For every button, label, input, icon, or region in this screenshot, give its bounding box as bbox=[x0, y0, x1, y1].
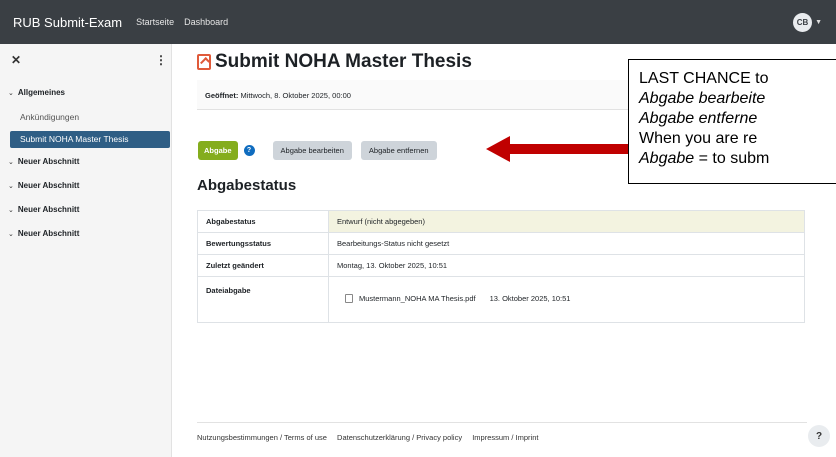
submission-status-heading: Abgabestatus bbox=[197, 177, 297, 194]
instruction-callout: LAST CHANCE to Abgabe bearbeite Abgabe e… bbox=[628, 59, 836, 184]
row-value: Bearbeitungs-Status nicht gesetzt bbox=[328, 232, 805, 255]
help-button[interactable]: ? bbox=[808, 425, 830, 447]
red-arrow-annotation bbox=[486, 136, 628, 162]
chevron-down-icon: ▼ bbox=[815, 19, 822, 26]
sidebar-section-label: Neuer Abschnitt bbox=[17, 229, 80, 238]
callout-line: LAST CHANCE to bbox=[639, 70, 769, 87]
callout-term: Abgabe bbox=[639, 150, 695, 167]
chevron-down-icon: ⌄ bbox=[8, 158, 14, 166]
row-value: Entwurf (nicht abgegeben) bbox=[328, 210, 805, 233]
table-row: Zuletzt geändert Montag, 13. Oktober 202… bbox=[197, 254, 805, 277]
row-label: Bewertungsstatus bbox=[197, 232, 329, 255]
opened-label: Geöffnet: bbox=[205, 91, 239, 100]
submitted-file: Mustermann_NOHA MA Thesis.pdf 13. Oktobe… bbox=[345, 294, 796, 303]
close-icon[interactable]: ✕ bbox=[11, 53, 21, 67]
callout-text: = to subm bbox=[694, 150, 770, 167]
sidebar-section-label: Allgemeines bbox=[17, 88, 66, 97]
page-header: Submit NOHA Master Thesis bbox=[197, 51, 472, 73]
sidebar-section-neuer-abschnitt[interactable]: ⌄ Neuer Abschnitt bbox=[8, 157, 79, 166]
submit-button[interactable]: Abgabe bbox=[198, 141, 238, 160]
nav-link-home[interactable]: Startseite bbox=[136, 17, 174, 27]
help-icon[interactable]: ? bbox=[243, 145, 255, 156]
site-brand[interactable]: RUB Submit-Exam bbox=[13, 15, 122, 30]
footer-link-privacy[interactable]: Datenschutzerklärung / Privacy policy bbox=[337, 433, 462, 442]
course-index-sidebar: ✕ ⋮ ⌄ Allgemeines Ankündigungen Submit N… bbox=[0, 44, 172, 457]
edit-submission-button[interactable]: Abgabe bearbeiten bbox=[272, 141, 352, 160]
row-label: Zuletzt geändert bbox=[197, 254, 329, 277]
sidebar-section-allgemeines[interactable]: ⌄ Allgemeines bbox=[8, 88, 65, 97]
nav-link-dashboard[interactable]: Dashboard bbox=[184, 17, 228, 27]
more-options-icon[interactable]: ⋮ bbox=[155, 53, 167, 67]
chevron-down-icon: ⌄ bbox=[8, 182, 14, 190]
submission-actions: Abgabe ? Abgabe bearbeiten Abgabe entfer… bbox=[198, 141, 437, 160]
callout-line: When you are re bbox=[639, 130, 758, 147]
row-label: Dateiabgabe bbox=[197, 276, 329, 323]
user-menu[interactable]: CB ▼ bbox=[793, 13, 822, 32]
sidebar-section-neuer-abschnitt[interactable]: ⌄ Neuer Abschnitt bbox=[8, 205, 79, 214]
table-row: Abgabestatus Entwurf (nicht abgegeben) bbox=[197, 210, 805, 233]
table-row: Dateiabgabe Mustermann_NOHA MA Thesis.pd… bbox=[197, 276, 805, 323]
sidebar-item-ankuendigungen[interactable]: Ankündigungen bbox=[20, 112, 79, 122]
callout-line: Abgabe bearbeite bbox=[639, 90, 766, 107]
row-value: Montag, 13. Oktober 2025, 10:51 bbox=[328, 254, 805, 277]
page-footer: Nutzungsbestimmungen / Terms of use Date… bbox=[197, 422, 807, 442]
footer-link-terms[interactable]: Nutzungsbestimmungen / Terms of use bbox=[197, 433, 327, 442]
sidebar-section-neuer-abschnitt[interactable]: ⌄ Neuer Abschnitt bbox=[8, 229, 79, 238]
sidebar-section-label: Neuer Abschnitt bbox=[17, 157, 80, 166]
table-row: Bewertungsstatus Bearbeitungs-Status nic… bbox=[197, 232, 805, 255]
callout-line: Abgabe entferne bbox=[639, 110, 758, 127]
opened-value: Mittwoch, 8. Oktober 2025, 00:00 bbox=[240, 91, 351, 100]
callout-line: Abgabe = to subm bbox=[639, 149, 836, 169]
top-navbar: RUB Submit-Exam Startseite Dashboard CB … bbox=[0, 0, 836, 44]
chevron-down-icon: ⌄ bbox=[8, 230, 14, 238]
chevron-down-icon: ⌄ bbox=[8, 206, 14, 214]
file-link[interactable]: Mustermann_NOHA MA Thesis.pdf bbox=[359, 294, 476, 303]
row-label: Abgabestatus bbox=[197, 210, 329, 233]
avatar[interactable]: CB bbox=[793, 13, 813, 32]
file-date: 13. Oktober 2025, 10:51 bbox=[489, 294, 571, 303]
assignment-icon bbox=[197, 54, 211, 70]
sidebar-section-neuer-abschnitt[interactable]: ⌄ Neuer Abschnitt bbox=[8, 181, 79, 190]
chevron-down-icon: ⌄ bbox=[8, 89, 14, 97]
row-value: Mustermann_NOHA MA Thesis.pdf 13. Oktobe… bbox=[328, 276, 805, 323]
sidebar-section-label: Neuer Abschnitt bbox=[17, 205, 80, 214]
page-title: Submit NOHA Master Thesis bbox=[215, 51, 472, 72]
footer-link-imprint[interactable]: Impressum / Imprint bbox=[472, 433, 538, 442]
submission-status-table: Abgabestatus Entwurf (nicht abgegeben) B… bbox=[197, 210, 805, 323]
sidebar-section-label: Neuer Abschnitt bbox=[17, 181, 80, 190]
pdf-file-icon bbox=[345, 294, 353, 303]
sidebar-item-submit-thesis[interactable]: Submit NOHA Master Thesis bbox=[10, 131, 170, 148]
remove-submission-button[interactable]: Abgabe entfernen bbox=[360, 141, 437, 160]
